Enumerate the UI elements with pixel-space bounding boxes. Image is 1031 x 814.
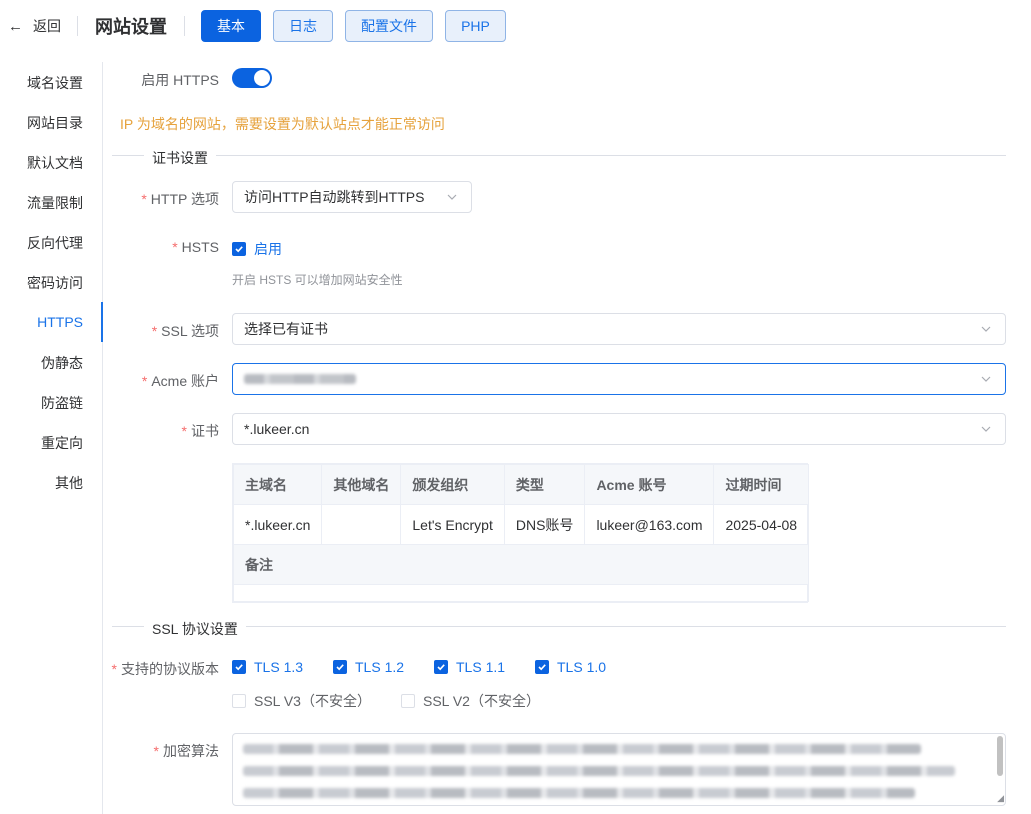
note-header: 备注: [232, 544, 810, 585]
table-cell: lukeer@163.com: [584, 504, 715, 545]
table-cell: Let's Encrypt: [400, 504, 505, 545]
table-header-row: 主域名 其他域名 颁发组织 类型 Acme 账号 过期时间: [232, 464, 810, 505]
settings-sidebar: 域名设置 网站目录 默认文档 流量限制 反向代理 密码访问 HTTPS 伪静态 …: [0, 62, 103, 814]
cipher-textarea[interactable]: ◢: [232, 733, 1006, 806]
sidebar-item-other[interactable]: 其他: [55, 463, 83, 503]
back-button[interactable]: ← 返回: [8, 16, 61, 36]
acme-account-label: * Acme 账户: [141, 373, 219, 389]
sidebar-item-hotlink-protection[interactable]: 防盗链: [41, 383, 83, 423]
switch-knob: [254, 70, 270, 86]
sidebar-item-https[interactable]: HTTPS: [37, 302, 83, 342]
chevron-down-icon: [979, 422, 993, 436]
http-option-select[interactable]: 访问HTTP自动跳转到HTTPS: [232, 181, 472, 213]
sidebar-item-site-directory[interactable]: 网站目录: [27, 103, 83, 143]
cipher-text-redacted: [243, 744, 921, 754]
table-row: *.lukeer.cn Let's Encrypt DNS账号 lukeer@1…: [232, 504, 810, 545]
hsts-checkbox-label: 启用: [254, 241, 282, 257]
checkbox-check-icon: [333, 660, 347, 674]
sidebar-item-redirect[interactable]: 重定向: [41, 423, 83, 463]
tls10-label: TLS 1.0: [557, 659, 607, 675]
textarea-scrollbar[interactable]: [997, 736, 1003, 776]
arrow-left-icon: ←: [8, 17, 23, 35]
checkbox-check-icon: [535, 660, 549, 674]
tab-config-file[interactable]: 配置文件: [345, 10, 433, 42]
page-title: 网站设置: [95, 17, 167, 37]
back-label: 返回: [33, 18, 61, 34]
tab-php[interactable]: PHP: [445, 10, 506, 42]
table-cell: 2025-04-08: [713, 504, 810, 545]
column-header: 类型: [503, 464, 586, 505]
http-option-label: * HTTP 选项: [141, 191, 219, 207]
acme-account-value-redacted: [244, 374, 356, 384]
sidebar-item-reverse-proxy[interactable]: 反向代理: [27, 223, 83, 263]
ssl-option-label: * SSL 选项: [151, 323, 219, 339]
sslv2-checkbox[interactable]: SSL V2（不安全）: [401, 691, 540, 711]
column-header: 主域名: [232, 464, 323, 505]
tls10-checkbox[interactable]: TLS 1.0: [535, 659, 606, 675]
hsts-hint: 开启 HSTS 可以增加网站安全性: [232, 273, 403, 287]
http-option-value: 访问HTTP自动跳转到HTTPS: [244, 189, 425, 205]
section-divider: [112, 155, 1006, 156]
sidebar-item-domains[interactable]: 域名设置: [27, 63, 83, 103]
tls11-label: TLS 1.1: [456, 659, 506, 675]
sslv3-checkbox[interactable]: SSL V3（不安全）: [232, 691, 371, 711]
sslv3-label: SSL V3（不安全）: [254, 693, 371, 709]
table-cell: DNS账号: [503, 504, 586, 545]
cert-label: * 证书: [181, 423, 219, 439]
table-note-value-row: [232, 584, 810, 602]
note-value: [232, 584, 810, 602]
ssl-section-title: SSL 协议设置: [144, 619, 246, 639]
tab-logs[interactable]: 日志: [273, 10, 333, 42]
column-header: 过期时间: [713, 464, 810, 505]
checkbox-box: [232, 694, 246, 708]
checkbox-check-icon: [232, 660, 246, 674]
checkbox-check-icon: [232, 242, 246, 256]
header-divider: [77, 16, 78, 36]
sidebar-item-default-document[interactable]: 默认文档: [27, 143, 83, 183]
sidebar-item-traffic-limit[interactable]: 流量限制: [27, 183, 83, 223]
checkbox-box: [401, 694, 415, 708]
tls12-checkbox[interactable]: TLS 1.2: [333, 659, 404, 675]
ssl-option-select[interactable]: 选择已有证书: [232, 313, 1006, 345]
column-header: Acme 账号: [584, 464, 715, 505]
sslv2-label: SSL V2（不安全）: [423, 693, 540, 709]
resize-handle-icon[interactable]: ◢: [997, 793, 1004, 804]
hsts-checkbox[interactable]: 启用: [232, 239, 282, 259]
section-divider: [112, 626, 1006, 627]
cipher-label: * 加密算法: [153, 743, 219, 759]
cert-select[interactable]: *.lukeer.cn: [232, 413, 1006, 445]
cert-value: *.lukeer.cn: [244, 421, 310, 437]
chevron-down-icon: [445, 190, 459, 204]
tls12-label: TLS 1.2: [355, 659, 405, 675]
chevron-down-icon: [979, 372, 993, 386]
enable-https-switch[interactable]: [232, 68, 272, 88]
sidebar-active-indicator: [101, 302, 103, 342]
tls11-checkbox[interactable]: TLS 1.1: [434, 659, 505, 675]
table-cell: *.lukeer.cn: [232, 504, 323, 545]
cert-details-table: 主域名 其他域名 颁发组织 类型 Acme 账号 过期时间 *.lukeer.c…: [232, 463, 810, 603]
https-warning: IP 为域名的网站，需要设置为默认站点才能正常访问: [120, 116, 445, 132]
checkbox-check-icon: [434, 660, 448, 674]
column-header: 其他域名: [321, 464, 402, 505]
cert-section-title: 证书设置: [144, 148, 216, 168]
column-header: 颁发组织: [400, 464, 505, 505]
sidebar-item-password-access[interactable]: 密码访问: [27, 263, 83, 303]
acme-account-select[interactable]: [232, 363, 1006, 395]
sidebar-item-rewrite[interactable]: 伪静态: [41, 343, 83, 383]
tab-basic[interactable]: 基本: [201, 10, 261, 42]
cipher-text-redacted: [243, 766, 955, 776]
ssl-option-value: 选择已有证书: [244, 321, 328, 337]
chevron-down-icon: [979, 322, 993, 336]
table-note-row: 备注: [232, 544, 810, 585]
header-divider: [184, 16, 185, 36]
page-header: ← 返回 网站设置 基本 日志 配置文件 PHP: [0, 0, 1031, 52]
cipher-text-redacted: [243, 788, 915, 798]
tls13-checkbox[interactable]: TLS 1.3: [232, 659, 303, 675]
hsts-label: * HSTS: [172, 239, 219, 255]
tls13-label: TLS 1.3: [254, 659, 304, 675]
enable-https-label: 启用 HTTPS: [141, 72, 219, 88]
protocols-label: * 支持的协议版本: [111, 661, 219, 677]
table-cell: [321, 504, 402, 545]
